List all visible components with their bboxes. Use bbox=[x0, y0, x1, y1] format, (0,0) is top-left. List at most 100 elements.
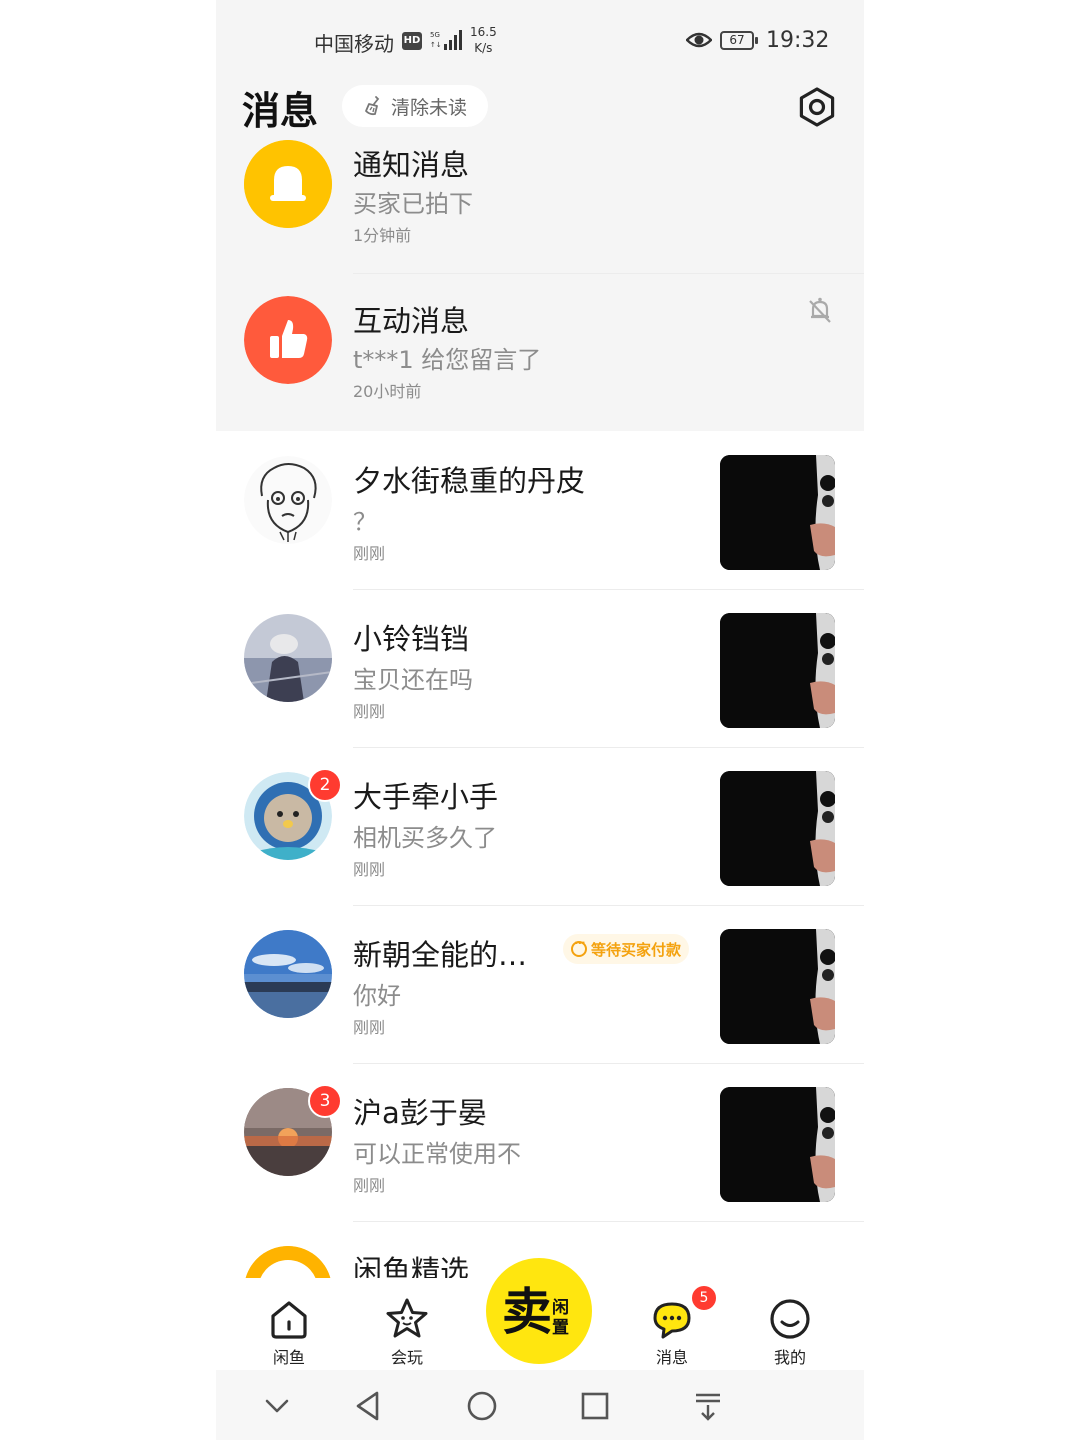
fish-select-avatar bbox=[245, 1246, 331, 1278]
row-time: 1分钟前 bbox=[353, 226, 412, 245]
divider bbox=[353, 273, 864, 274]
row-name: 大手牵小手 bbox=[353, 780, 499, 814]
home-circle-icon[interactable] bbox=[464, 1388, 500, 1424]
avatar bbox=[244, 1246, 332, 1278]
order-status-label: 等待买家付款 bbox=[591, 940, 682, 959]
item-thumbnail[interactable] bbox=[720, 771, 835, 886]
sell-button[interactable]: 卖 闲置 bbox=[486, 1258, 592, 1364]
avatar bbox=[244, 930, 332, 1018]
tab-label: 消息 bbox=[655, 1348, 688, 1367]
row-name: 小铃铛铛 bbox=[353, 622, 470, 656]
row-name: 闲鱼精选 bbox=[353, 1254, 470, 1278]
item-thumbnail[interactable] bbox=[720, 1087, 835, 1202]
divider bbox=[353, 747, 864, 748]
chevron-down-icon[interactable] bbox=[259, 1388, 295, 1424]
tab-label: 闲鱼 bbox=[272, 1348, 305, 1367]
tab-play[interactable]: 会玩 bbox=[367, 1296, 447, 1368]
sell-sub-label: 闲置 bbox=[552, 1298, 569, 1338]
broom-icon bbox=[365, 96, 380, 116]
item-thumbnail[interactable] bbox=[720, 613, 835, 728]
tab-home[interactable]: 闲鱼 bbox=[249, 1296, 329, 1368]
row-preview: 买家已拍下 bbox=[353, 190, 473, 218]
row-preview: 相机买多久了 bbox=[353, 824, 497, 852]
signal-icon: 5G ↑↓ bbox=[430, 30, 462, 50]
row-name: 互动消息 bbox=[353, 304, 470, 338]
back-triangle-icon[interactable] bbox=[351, 1388, 387, 1424]
system-message-notification[interactable]: 通知消息 买家已拍下 1分钟前 bbox=[216, 140, 864, 298]
system-nav-bar bbox=[216, 1370, 864, 1440]
row-preview: 你好 bbox=[353, 982, 401, 1010]
battery-indicator: 67 bbox=[720, 31, 758, 50]
clock: 19:32 bbox=[766, 28, 830, 53]
thumbs-up-avatar bbox=[244, 296, 332, 384]
row-time: 刚刚 bbox=[353, 1176, 386, 1195]
row-time: 刚刚 bbox=[353, 860, 386, 879]
item-thumbnail[interactable] bbox=[720, 929, 835, 1044]
row-name: 通知消息 bbox=[353, 148, 470, 182]
recents-square-icon[interactable] bbox=[577, 1388, 613, 1424]
camera-photo bbox=[720, 771, 835, 886]
photo-avatar bbox=[244, 614, 332, 702]
svg-text:5G: 5G bbox=[430, 31, 440, 39]
eye-icon bbox=[686, 32, 712, 48]
row-time: 刚刚 bbox=[353, 544, 386, 563]
conversation-item[interactable]: 3 沪a彭于晏 可以正常使用不 刚刚 bbox=[216, 1084, 864, 1246]
unread-badge: 2 bbox=[308, 768, 342, 802]
divider bbox=[353, 1221, 864, 1222]
camera-photo bbox=[720, 1087, 835, 1202]
svg-text:↑↓: ↑↓ bbox=[430, 41, 442, 49]
clear-unread-button[interactable]: 清除未读 bbox=[342, 85, 488, 127]
row-time: 刚刚 bbox=[353, 702, 386, 721]
conversation-item[interactable]: 2 大手牵小手 相机买多久了 刚刚 bbox=[216, 768, 864, 930]
row-preview: ？ bbox=[353, 508, 377, 536]
tab-bar: 闲鱼 会玩 卖 闲置 消息 5 我的 bbox=[216, 1258, 864, 1370]
row-preview: t***1 给您留言了 bbox=[353, 346, 542, 374]
network-speed-unit: K/s bbox=[474, 41, 493, 55]
conversation-item[interactable]: 新朝全能的… 你好 刚刚 bbox=[216, 929, 864, 1088]
row-preview: 宝贝还在吗 bbox=[353, 666, 473, 694]
hd-badge: HD bbox=[402, 32, 422, 50]
more-dots-icon bbox=[571, 936, 587, 957]
conversation-item[interactable]: 小铃铛铛 宝贝还在吗 刚刚 bbox=[216, 613, 864, 772]
row-preview: 可以正常使用不 bbox=[353, 1140, 521, 1168]
phone-screen: 中国移动 HD 5G ↑↓ 16.5 K/s 67 19:32 消息 清除未读 bbox=[216, 0, 864, 1440]
home-icon bbox=[271, 1301, 307, 1339]
divider bbox=[353, 1063, 864, 1064]
divider bbox=[353, 589, 864, 590]
clear-unread-label: 清除未读 bbox=[390, 96, 467, 119]
order-status-pill: 等待买家付款 bbox=[563, 934, 690, 964]
item-thumbnail[interactable] bbox=[720, 455, 835, 570]
network-speed-value: 16.5 bbox=[470, 25, 497, 39]
divider bbox=[353, 905, 864, 906]
smile-icon bbox=[770, 1299, 810, 1339]
settings-icon[interactable] bbox=[796, 86, 838, 128]
system-message-interaction[interactable]: 互动消息 t***1 给您留言了 20小时前 bbox=[216, 296, 864, 454]
row-time: 刚刚 bbox=[353, 1018, 386, 1037]
tab-profile[interactable]: 我的 bbox=[750, 1296, 830, 1368]
row-time: 20小时前 bbox=[353, 382, 422, 401]
bell-avatar bbox=[244, 140, 332, 228]
network-speed: 16.5 K/s bbox=[470, 24, 497, 56]
camera-photo bbox=[720, 455, 835, 570]
camera-photo bbox=[720, 929, 835, 1044]
camera-photo bbox=[720, 613, 835, 728]
thumbs-up-icon bbox=[244, 296, 332, 384]
row-name: 沪a彭于晏 bbox=[353, 1096, 487, 1130]
messages-badge: 5 bbox=[690, 1284, 718, 1312]
page-title: 消息 bbox=[242, 89, 319, 133]
bell-icon bbox=[244, 140, 332, 228]
tab-label: 我的 bbox=[773, 1348, 806, 1367]
conversation-item[interactable]: 夕水街稳重的丹皮 ？ 刚刚 bbox=[216, 455, 864, 614]
chat-bubble-icon bbox=[653, 1302, 691, 1339]
bell-off-icon bbox=[809, 297, 831, 323]
row-name: 新朝全能的… bbox=[353, 938, 528, 972]
status-bar: 中国移动 HD 5G ↑↓ 16.5 K/s 67 19:32 bbox=[216, 0, 864, 80]
sketch-face-avatar bbox=[244, 456, 332, 544]
avatar bbox=[244, 456, 332, 544]
carrier-label: 中国移动 bbox=[314, 32, 394, 56]
tab-label: 会玩 bbox=[390, 1348, 423, 1367]
star-face-icon bbox=[386, 1298, 428, 1338]
unread-badge: 3 bbox=[308, 1084, 342, 1118]
sell-main-label: 卖 bbox=[502, 1282, 552, 1341]
download-menu-icon[interactable] bbox=[690, 1388, 726, 1424]
